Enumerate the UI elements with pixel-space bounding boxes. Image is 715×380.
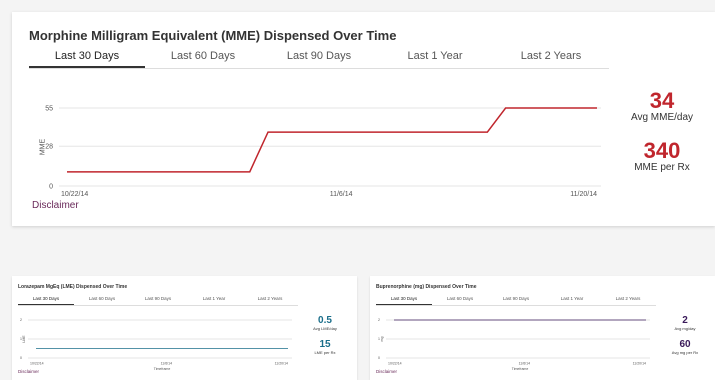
lme-per-rx-stat: 15 LME per Rx [295, 339, 355, 356]
lme-tab-60-days[interactable]: Last 60 Days [74, 294, 130, 305]
mme-tab-2-years[interactable]: Last 2 Years [493, 46, 609, 68]
avg-mg-per-day-stat: 2 Avg mg/day [655, 315, 715, 332]
avg-lme-per-day-stat: 0.5 Avg LME/day [295, 315, 355, 332]
mme-per-rx-label: MME per Rx [634, 162, 690, 173]
lme-tab-1-year[interactable]: Last 1 Year [186, 294, 242, 305]
avg-mme-per-day-value: 34 [649, 88, 675, 113]
buprenorphine-panel-title: Buprenorphine (mg) Dispensed Over Time [376, 284, 477, 290]
x-tick-label: 10/22/14 [61, 191, 88, 198]
mme-disclaimer-link[interactable]: Disclaimer [32, 200, 79, 211]
mme-chart: 0285510/22/1411/6/1411/20/14TimeframeMME [40, 105, 601, 198]
y-tick-label: 0 [49, 183, 53, 190]
buprenorphine-chart: 01210/22/14 11/6/14 11/20/14Timeframemg [378, 318, 650, 370]
avg-mg-per-rx-label: Avg mg per Rx [671, 350, 699, 355]
avg-mg-per-day-label: Avg mg/day [674, 326, 696, 331]
lme-chart: 01210/22/14 11/6/14 11/20/14TimeframeLME [20, 318, 292, 370]
avg-mg-per-day-value: 2 [682, 315, 688, 326]
x-tick-label: 11/6/14 [161, 362, 172, 366]
mme-tab-30-days[interactable]: Last 30 Days [29, 46, 145, 68]
avg-lme-per-day-value: 0.5 [318, 315, 332, 326]
buprenorphine-tab-60-days[interactable]: Last 60 Days [432, 294, 488, 305]
lme-panel-title: Lorazepam MgEq (LME) Dispensed Over Time [18, 284, 128, 290]
mme-panel: Morphine Milligram Equivalent (MME) Disp… [12, 12, 715, 226]
lme-tab-90-days[interactable]: Last 90 Days [130, 294, 186, 305]
buprenorphine-tab-30-days[interactable]: Last 30 Days [376, 294, 432, 305]
lme-tabs: Last 30 Days Last 60 Days Last 90 Days L… [18, 294, 298, 306]
x-tick-label: 10/22/14 [388, 362, 402, 366]
mme-tab-60-days[interactable]: Last 60 Days [145, 46, 261, 68]
buprenorphine-panel: Buprenorphine (mg) Dispensed Over Time L… [370, 276, 715, 380]
avg-mg-per-rx-value: 60 [679, 339, 691, 350]
mme-tab-90-days[interactable]: Last 90 Days [261, 46, 377, 68]
mme-tabs: Last 30 Days Last 60 Days Last 90 Days L… [29, 46, 609, 69]
lme-disclaimer-link[interactable]: Disclaimer [18, 369, 39, 374]
x-tick-label: 10/22/14 [30, 362, 44, 366]
mme-per-rx-stat: 340 MME per Rx [612, 138, 712, 174]
buprenorphine-tab-2-years[interactable]: Last 2 Years [600, 294, 656, 305]
x-tick-label: 11/20/14 [633, 362, 646, 366]
buprenorphine-tab-1-year[interactable]: Last 1 Year [544, 294, 600, 305]
x-tick-label: 11/20/14 [275, 362, 288, 366]
x-axis-label: Timeframe [512, 367, 529, 370]
lme-tab-30-days[interactable]: Last 30 Days [18, 294, 74, 305]
y-tick-label: 0 [378, 356, 380, 360]
avg-mg-per-rx-stat: 60 Avg mg per Rx [655, 339, 715, 356]
mme-panel-title: Morphine Milligram Equivalent (MME) Disp… [29, 28, 397, 43]
avg-mme-per-day-stat: 34 Avg MME/day [612, 88, 712, 124]
x-tick-label: 11/6/14 [330, 191, 353, 198]
lme-per-rx-value: 15 [319, 339, 331, 350]
lme-panel: Lorazepam MgEq (LME) Dispensed Over Time… [12, 276, 357, 380]
buprenorphine-tabs: Last 30 Days Last 60 Days Last 90 Days L… [376, 294, 656, 306]
y-axis-label: MME [40, 139, 47, 156]
buprenorphine-tab-90-days[interactable]: Last 90 Days [488, 294, 544, 305]
y-tick-label: 2 [378, 318, 380, 322]
y-tick-label: 0 [20, 356, 22, 360]
avg-lme-per-day-label: Avg LME/day [313, 326, 337, 331]
x-axis-label: Timeframe [154, 367, 171, 370]
x-tick-label: 11/6/14 [519, 362, 530, 366]
series-line [67, 107, 597, 173]
mme-tab-1-year[interactable]: Last 1 Year [377, 46, 493, 68]
y-axis-label: mg [380, 337, 384, 342]
lme-per-rx-label: LME per Rx [314, 350, 336, 355]
x-tick-label: 11/20/14 [570, 191, 597, 198]
y-tick-label: 2 [20, 318, 22, 322]
mme-per-rx-value: 340 [643, 138, 681, 163]
y-tick-label: 55 [45, 105, 53, 112]
buprenorphine-disclaimer-link[interactable]: Disclaimer [376, 369, 397, 374]
y-axis-label: LME [22, 335, 26, 343]
lme-tab-2-years[interactable]: Last 2 Years [242, 294, 298, 305]
avg-mme-per-day-label: Avg MME/day [630, 112, 694, 123]
